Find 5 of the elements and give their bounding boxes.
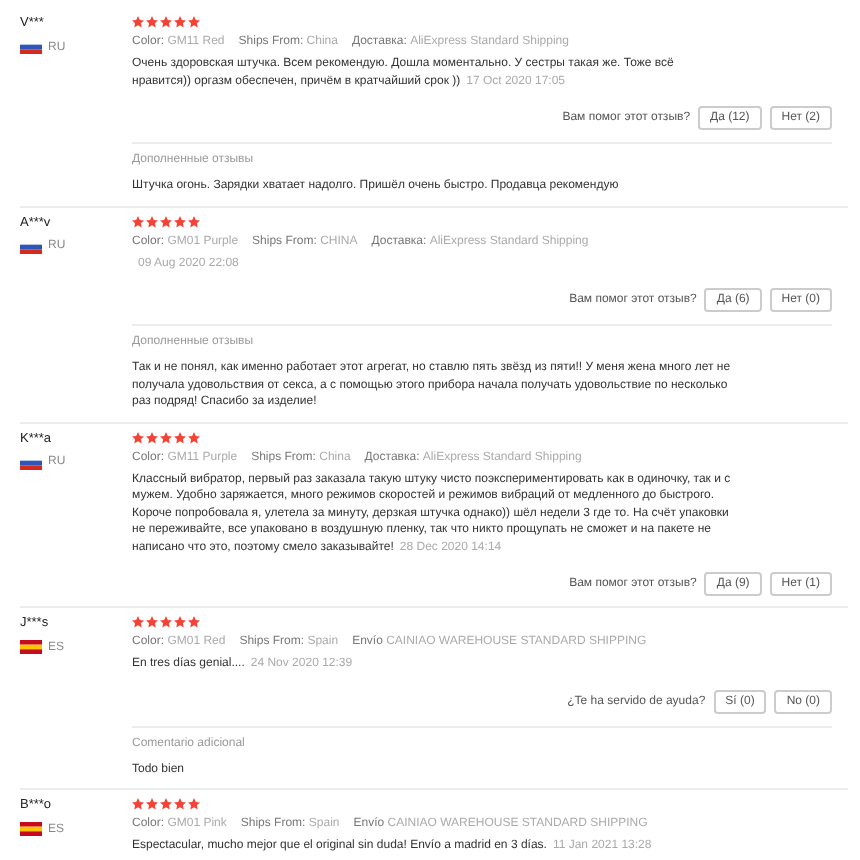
flag-icon: [20, 640, 42, 654]
flag-icon: [20, 40, 42, 54]
flag-icon: [20, 455, 42, 469]
flag-icon: [20, 822, 42, 836]
flag-icon: [20, 239, 42, 253]
